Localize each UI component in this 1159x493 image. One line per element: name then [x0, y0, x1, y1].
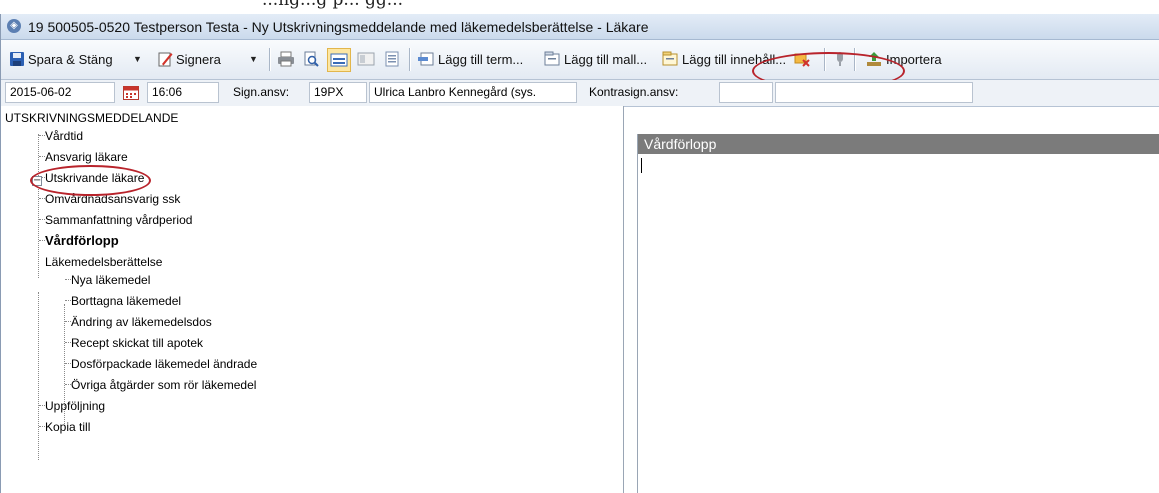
sign-name-field[interactable]: Ulrica Lanbro Kennegård (sys. — [369, 82, 577, 103]
tree-item-lakemedelsberattelse[interactable]: Läkemedelsberättelse — [45, 253, 162, 271]
print-preview-button[interactable] — [303, 48, 319, 70]
application-window: ◈ 19 500505-0520 Testperson Testa - Ny U… — [0, 14, 1159, 493]
layout-vertical-icon — [357, 52, 375, 66]
import-icon — [867, 52, 881, 66]
tree-item-vardtid[interactable]: Vårdtid — [45, 127, 83, 145]
editor-section-header: Vårdförlopp — [638, 134, 1159, 154]
app-icon: ◈ — [7, 19, 21, 33]
add-template-label: Lägg till mall... — [564, 51, 648, 67]
sign-dropdown[interactable]: ▼ — [249, 48, 258, 70]
tree-item-sammanfattning[interactable]: Sammanfattning vårdperiod — [45, 211, 192, 229]
clear-format-button[interactable] — [794, 48, 810, 70]
countersign-label: Kontrasign.ansv: — [589, 85, 679, 99]
toolbar-separator — [409, 48, 411, 71]
header-fields-bar: 2015-06-02 16:06 Sign.ansv: 19PX Ulrica … — [1, 80, 1159, 107]
tree-child-andring-dos[interactable]: Ändring av läkemedelsdos — [71, 313, 212, 331]
import-button[interactable]: Importera — [865, 48, 942, 70]
date-field[interactable]: 2015-06-02 — [5, 82, 115, 103]
section-tree: UTSKRIVNINGSMEDDELANDE Vårdtid Ansvarig … — [1, 106, 624, 493]
tree-child-ovriga-atgarder[interactable]: Övriga åtgärder som rör läkemedel — [71, 376, 256, 394]
add-term-label: Lägg till term... — [438, 51, 524, 67]
layout-horizontal-button[interactable] — [327, 48, 351, 72]
dictation-button[interactable] — [834, 48, 846, 70]
add-term-button[interactable]: Lägg till term... — [417, 48, 523, 70]
add-term-icon — [418, 52, 434, 66]
layout-vertical-button[interactable] — [357, 48, 375, 70]
chevron-down-icon: ▼ — [133, 54, 142, 64]
tree-item-utskrivande-lakare[interactable]: Utskrivande läkare — [45, 169, 144, 187]
countersign-code-field[interactable] — [719, 82, 773, 103]
tree-root[interactable]: UTSKRIVNINGSMEDDELANDE — [5, 109, 178, 127]
print-preview-icon — [304, 51, 319, 67]
editor-pane: Vårdförlopp — [637, 134, 1159, 493]
clear-format-icon — [794, 53, 810, 67]
add-content-button[interactable]: Lägg till innehåll... — [661, 48, 786, 70]
save-close-label: Spara & Stäng — [28, 51, 113, 67]
sign-button[interactable]: Signera — [157, 48, 221, 70]
printer-icon — [278, 51, 294, 67]
tree-item-uppfoljning[interactable]: Uppföljning — [45, 397, 105, 415]
tree-item-kopia-till[interactable]: Kopia till — [45, 418, 90, 436]
sign-code-field[interactable]: 19PX — [309, 82, 367, 103]
tree-child-borttagna[interactable]: Borttagna läkemedel — [71, 292, 181, 310]
import-label: Importera — [886, 51, 942, 67]
text-caret[interactable] — [641, 158, 642, 173]
add-template-icon — [544, 51, 560, 66]
floppy-disk-icon — [10, 52, 24, 66]
tree-item-ansvarig-lakare[interactable]: Ansvarig läkare — [45, 148, 128, 166]
toolbar-separator — [269, 48, 271, 71]
sign-pencil-icon — [158, 52, 173, 67]
tree-child-nya-lakemedel[interactable]: Nya läkemedel — [71, 271, 150, 289]
add-content-label: Lägg till innehåll... — [682, 51, 787, 67]
document-view-icon — [385, 51, 399, 67]
save-close-dropdown[interactable]: ▼ — [133, 48, 142, 70]
collapse-toggle-icon[interactable]: − — [32, 176, 42, 186]
tree-child-recept[interactable]: Recept skickat till apotek — [71, 334, 203, 352]
toolbar-separator — [824, 48, 826, 71]
calendar-icon[interactable] — [123, 86, 139, 103]
cropped-top-fragment: ...ng...g p... gg... — [262, 0, 404, 10]
microphone-icon — [837, 52, 843, 66]
print-button[interactable] — [277, 48, 295, 70]
tree-item-vardforlopp-selected[interactable]: Vårdförlopp — [45, 232, 119, 250]
add-template-button[interactable]: Lägg till mall... — [543, 48, 647, 70]
layout-horizontal-icon — [330, 53, 348, 67]
cropped-top-text: ...ng...g p... gg... — [0, 0, 1159, 14]
tree-item-omvardnadsansvarig[interactable]: Omvårdnadsansvarig ssk — [45, 190, 180, 208]
window-title: 19 500505-0520 Testperson Testa - Ny Uts… — [28, 19, 649, 35]
time-field[interactable]: 16:06 — [147, 82, 219, 103]
tree-guide-line — [38, 292, 39, 460]
toolbar-separator — [854, 48, 856, 71]
toolbar: Spara & Stäng ▼ Signera ▼ Lägg till term… — [1, 40, 1159, 80]
add-content-icon — [662, 51, 678, 66]
sign-responsible-label: Sign.ansv: — [233, 85, 290, 99]
chevron-down-icon: ▼ — [249, 54, 258, 64]
document-view-button[interactable] — [384, 48, 400, 70]
save-close-button[interactable]: Spara & Stäng — [9, 48, 113, 70]
countersign-name-field[interactable] — [775, 82, 973, 103]
title-bar: ◈ 19 500505-0520 Testperson Testa - Ny U… — [1, 14, 1159, 40]
tree-child-dosforpackade[interactable]: Dosförpackade läkemedel ändrade — [71, 355, 257, 373]
sign-label: Signera — [176, 51, 221, 67]
